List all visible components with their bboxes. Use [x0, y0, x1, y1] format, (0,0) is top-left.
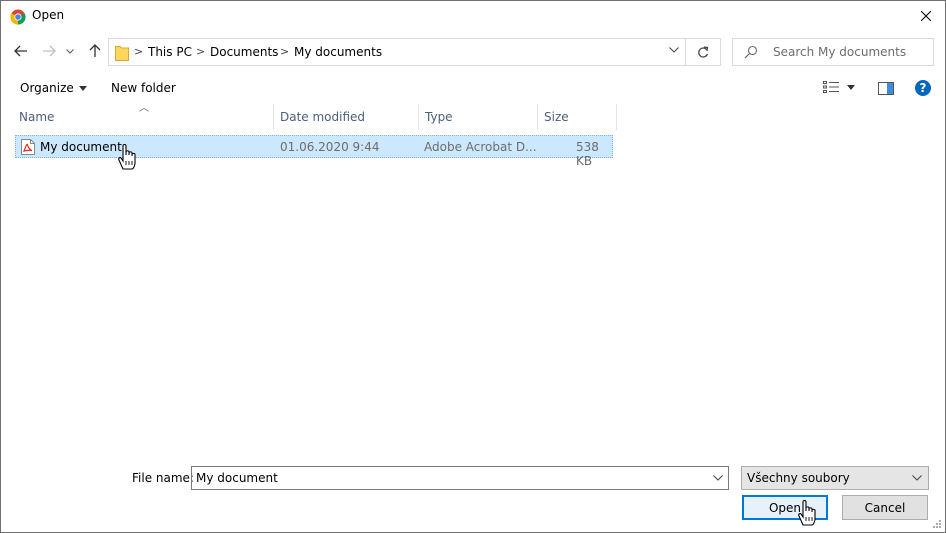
arrow-up-icon [89, 44, 101, 57]
refresh-icon [698, 45, 709, 58]
breadcrumb-separator: > [196, 45, 206, 58]
caret-down-icon [847, 84, 855, 90]
help-icon[interactable]: ? [915, 80, 931, 96]
chrome-icon [10, 9, 26, 25]
open-file-dialog: Open > This PC > Documents > My document… [0, 0, 946, 533]
file-name-label: File name: [132, 471, 194, 485]
column-header-date-modified[interactable]: Date modified [274, 104, 418, 132]
file-type-value: Všechny soubory [747, 471, 850, 485]
caret-down-icon [78, 86, 87, 91]
column-header-size[interactable]: Size [538, 104, 616, 132]
file-type-select[interactable]: Všechny soubory [741, 466, 929, 490]
preview-pane-icon[interactable] [878, 82, 894, 95]
chevron-down-icon [912, 475, 922, 481]
file-size: 538 KB [576, 140, 599, 168]
organize-label: Organize [20, 81, 74, 95]
file-date-modified: 01.06.2020 9:44 [280, 140, 380, 154]
refresh-button[interactable] [686, 38, 721, 66]
breadcrumb-separator: > [280, 45, 290, 58]
file-name: My document [40, 140, 122, 154]
close-button[interactable] [913, 5, 939, 27]
breadcrumb-documents[interactable]: Documents [210, 45, 278, 59]
details-view-icon [823, 81, 839, 93]
column-header-name[interactable]: Name [13, 104, 273, 132]
search-input[interactable]: Search My documents [773, 45, 906, 59]
pdf-icon [21, 139, 35, 155]
forward-button[interactable] [40, 41, 58, 61]
title-bar: Open [1, 1, 945, 32]
close-icon [921, 11, 931, 21]
hand-cursor-icon [118, 143, 136, 170]
folder-icon [115, 46, 129, 61]
window-title: Open [32, 8, 65, 22]
arrow-left-icon [14, 45, 27, 57]
breadcrumb-this-pc[interactable]: This PC [148, 45, 192, 59]
up-button[interactable] [86, 41, 104, 61]
breadcrumb-my-documents[interactable]: My documents [294, 45, 382, 59]
back-button[interactable] [12, 41, 30, 61]
file-name-input[interactable]: My document [191, 466, 729, 490]
column-divider[interactable] [616, 104, 617, 130]
chevron-down-icon[interactable] [669, 47, 679, 53]
chevron-down-icon[interactable] [713, 475, 723, 481]
change-view-button[interactable] [823, 81, 855, 93]
search-box[interactable]: Search My documents [732, 38, 934, 66]
arrow-right-icon [43, 45, 56, 57]
breadcrumb-separator: > [134, 45, 144, 58]
cancel-button[interactable]: Cancel [842, 495, 928, 520]
file-type: Adobe Acrobat D... [424, 140, 537, 154]
file-name-value: My document [196, 471, 278, 485]
organize-button[interactable]: Organize [20, 81, 87, 95]
recent-locations-button[interactable] [64, 41, 76, 61]
column-header-type[interactable]: Type [419, 104, 537, 132]
resize-grip-icon[interactable] [932, 519, 942, 529]
search-icon [744, 45, 758, 59]
chevron-down-icon [66, 48, 74, 54]
new-folder-button[interactable]: New folder [111, 81, 176, 95]
hand-cursor-icon [798, 499, 816, 526]
file-row[interactable]: My document 01.06.2020 9:44 Adobe Acroba… [15, 135, 613, 168]
address-bar[interactable]: > This PC > Documents > My documents [108, 38, 686, 66]
